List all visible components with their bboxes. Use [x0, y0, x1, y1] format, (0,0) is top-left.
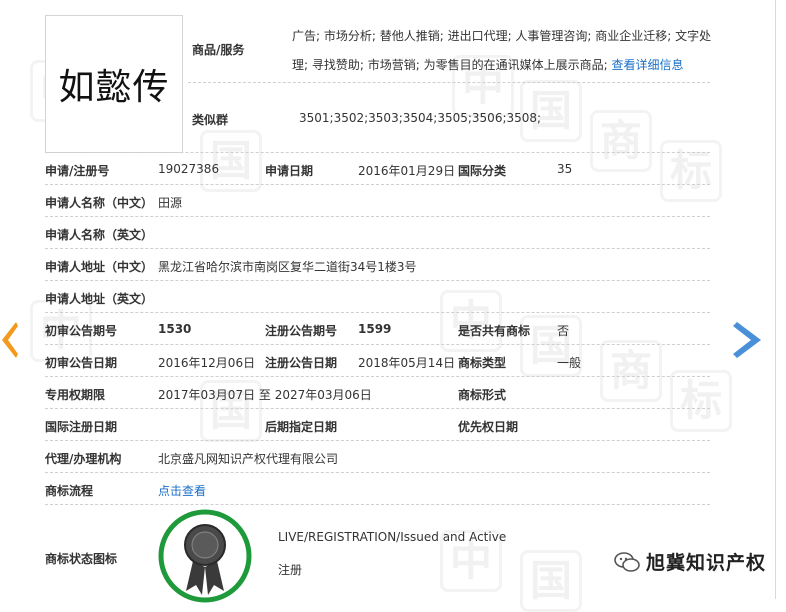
watermark: 标: [660, 140, 722, 202]
registration-announcement-date-label: 注册公告日期: [265, 356, 338, 370]
divider: [45, 472, 710, 473]
wechat-icon: [614, 551, 640, 572]
preliminary-announcement-number-value: 1530: [158, 322, 192, 336]
applicant-address-cn-label: 申请人地址（中文）: [45, 260, 154, 274]
watermark: 中: [440, 290, 502, 352]
divider: [45, 216, 710, 217]
registered-status-seal-icon: [158, 509, 252, 603]
trademark-status-icon-label: 商标状态图标: [45, 552, 118, 566]
exclusive-right-period-value: 2017年03月07日 至 2027年03月06日: [158, 388, 372, 402]
next-arrow-icon[interactable]: [733, 320, 763, 360]
status-english-text: LIVE/REGISTRATION/Issued and Active: [278, 530, 507, 544]
preliminary-announcement-date-label: 初审公告日期: [45, 356, 118, 370]
trademark-process-label: 商标流程: [45, 484, 94, 498]
registration-announcement-number-label: 注册公告期号: [265, 324, 338, 338]
divider: [45, 440, 710, 441]
application-number-value: 19027386: [158, 162, 220, 176]
priority-date-label: 优先权日期: [458, 420, 519, 434]
divider: [45, 408, 710, 409]
shared-trademark-label: 是否共有商标: [458, 324, 531, 338]
shared-trademark-value: 否: [557, 324, 570, 338]
divider: [45, 248, 710, 249]
watermark: 商: [600, 340, 662, 402]
exclusive-right-period-label: 专用权期限: [45, 388, 106, 402]
wechat-account-name: 旭冀知识产权: [646, 552, 767, 574]
content-border: [775, 0, 776, 599]
divider: [45, 376, 710, 377]
registration-announcement-number-value: 1599: [358, 322, 392, 336]
goods-services-label: 商品/服务: [192, 43, 245, 57]
international-class-value: 35: [557, 162, 573, 176]
trademark-image: 如懿传: [45, 15, 183, 153]
application-date-label: 申请日期: [265, 164, 314, 178]
trademark-type-label: 商标类型: [458, 356, 507, 370]
preliminary-announcement-number-label: 初审公告期号: [45, 324, 118, 338]
applicant-name-cn-label: 申请人名称（中文）: [45, 196, 154, 210]
application-date-value: 2016年01月29日: [358, 164, 456, 178]
divider: [188, 82, 710, 83]
goods-services-line1: 广告; 市场分析; 替他人推销; 进出口代理; 人事管理咨询; 商业企业迁移; …: [292, 29, 712, 43]
watermark: 国: [200, 130, 262, 192]
divider: [45, 184, 710, 185]
later-designation-date-label: 后期指定日期: [265, 420, 338, 434]
application-number-label: 申请/注册号: [45, 164, 110, 178]
trademark-form-label: 商标形式: [458, 388, 507, 402]
registration-announcement-date-value: 2018年05月14日: [358, 356, 456, 370]
watermark: 商: [590, 110, 652, 172]
applicant-address-cn-value: 黑龙江省哈尔滨市南岗区复华二道街34号1楼3号: [158, 260, 417, 274]
watermark: 国: [520, 550, 582, 612]
trademark-process-link[interactable]: 点击查看: [158, 482, 206, 499]
preliminary-announcement-date-value: 2016年12月06日: [158, 356, 256, 370]
applicant-name-en-label: 申请人名称（英文）: [45, 228, 154, 242]
international-registration-date-label: 国际注册日期: [45, 420, 118, 434]
applicant-name-cn-value: 田源: [158, 196, 183, 210]
similar-group-value: 3501;3502;3503;3504;3505;3506;3508;: [299, 111, 542, 125]
divider: [45, 280, 710, 281]
trademark-type-value: 一般: [557, 356, 582, 370]
watermark: 标: [670, 370, 732, 432]
previous-arrow-icon[interactable]: [0, 320, 18, 360]
agent-label: 代理/办理机构: [45, 452, 122, 466]
divider: [45, 312, 710, 313]
applicant-address-en-label: 申请人地址（英文）: [45, 292, 154, 306]
divider: [45, 504, 710, 505]
trademark-image-text: 如懿传: [58, 67, 170, 108]
status-chinese-text: 注册: [278, 563, 303, 577]
divider: [45, 152, 710, 153]
goods-services-line2: 理; 寻找赞助; 市场营销; 为零售目的在通讯媒体上展示商品;: [292, 58, 608, 72]
agent-value: 北京盛凡网知识产权代理有限公司: [158, 452, 339, 466]
similar-group-label: 类似群: [192, 113, 229, 127]
divider: [45, 344, 710, 345]
goods-details-link[interactable]: 查看详细信息: [611, 58, 683, 72]
international-class-label: 国际分类: [458, 164, 507, 178]
wechat-account-badge: 旭冀知识产权: [614, 548, 766, 575]
